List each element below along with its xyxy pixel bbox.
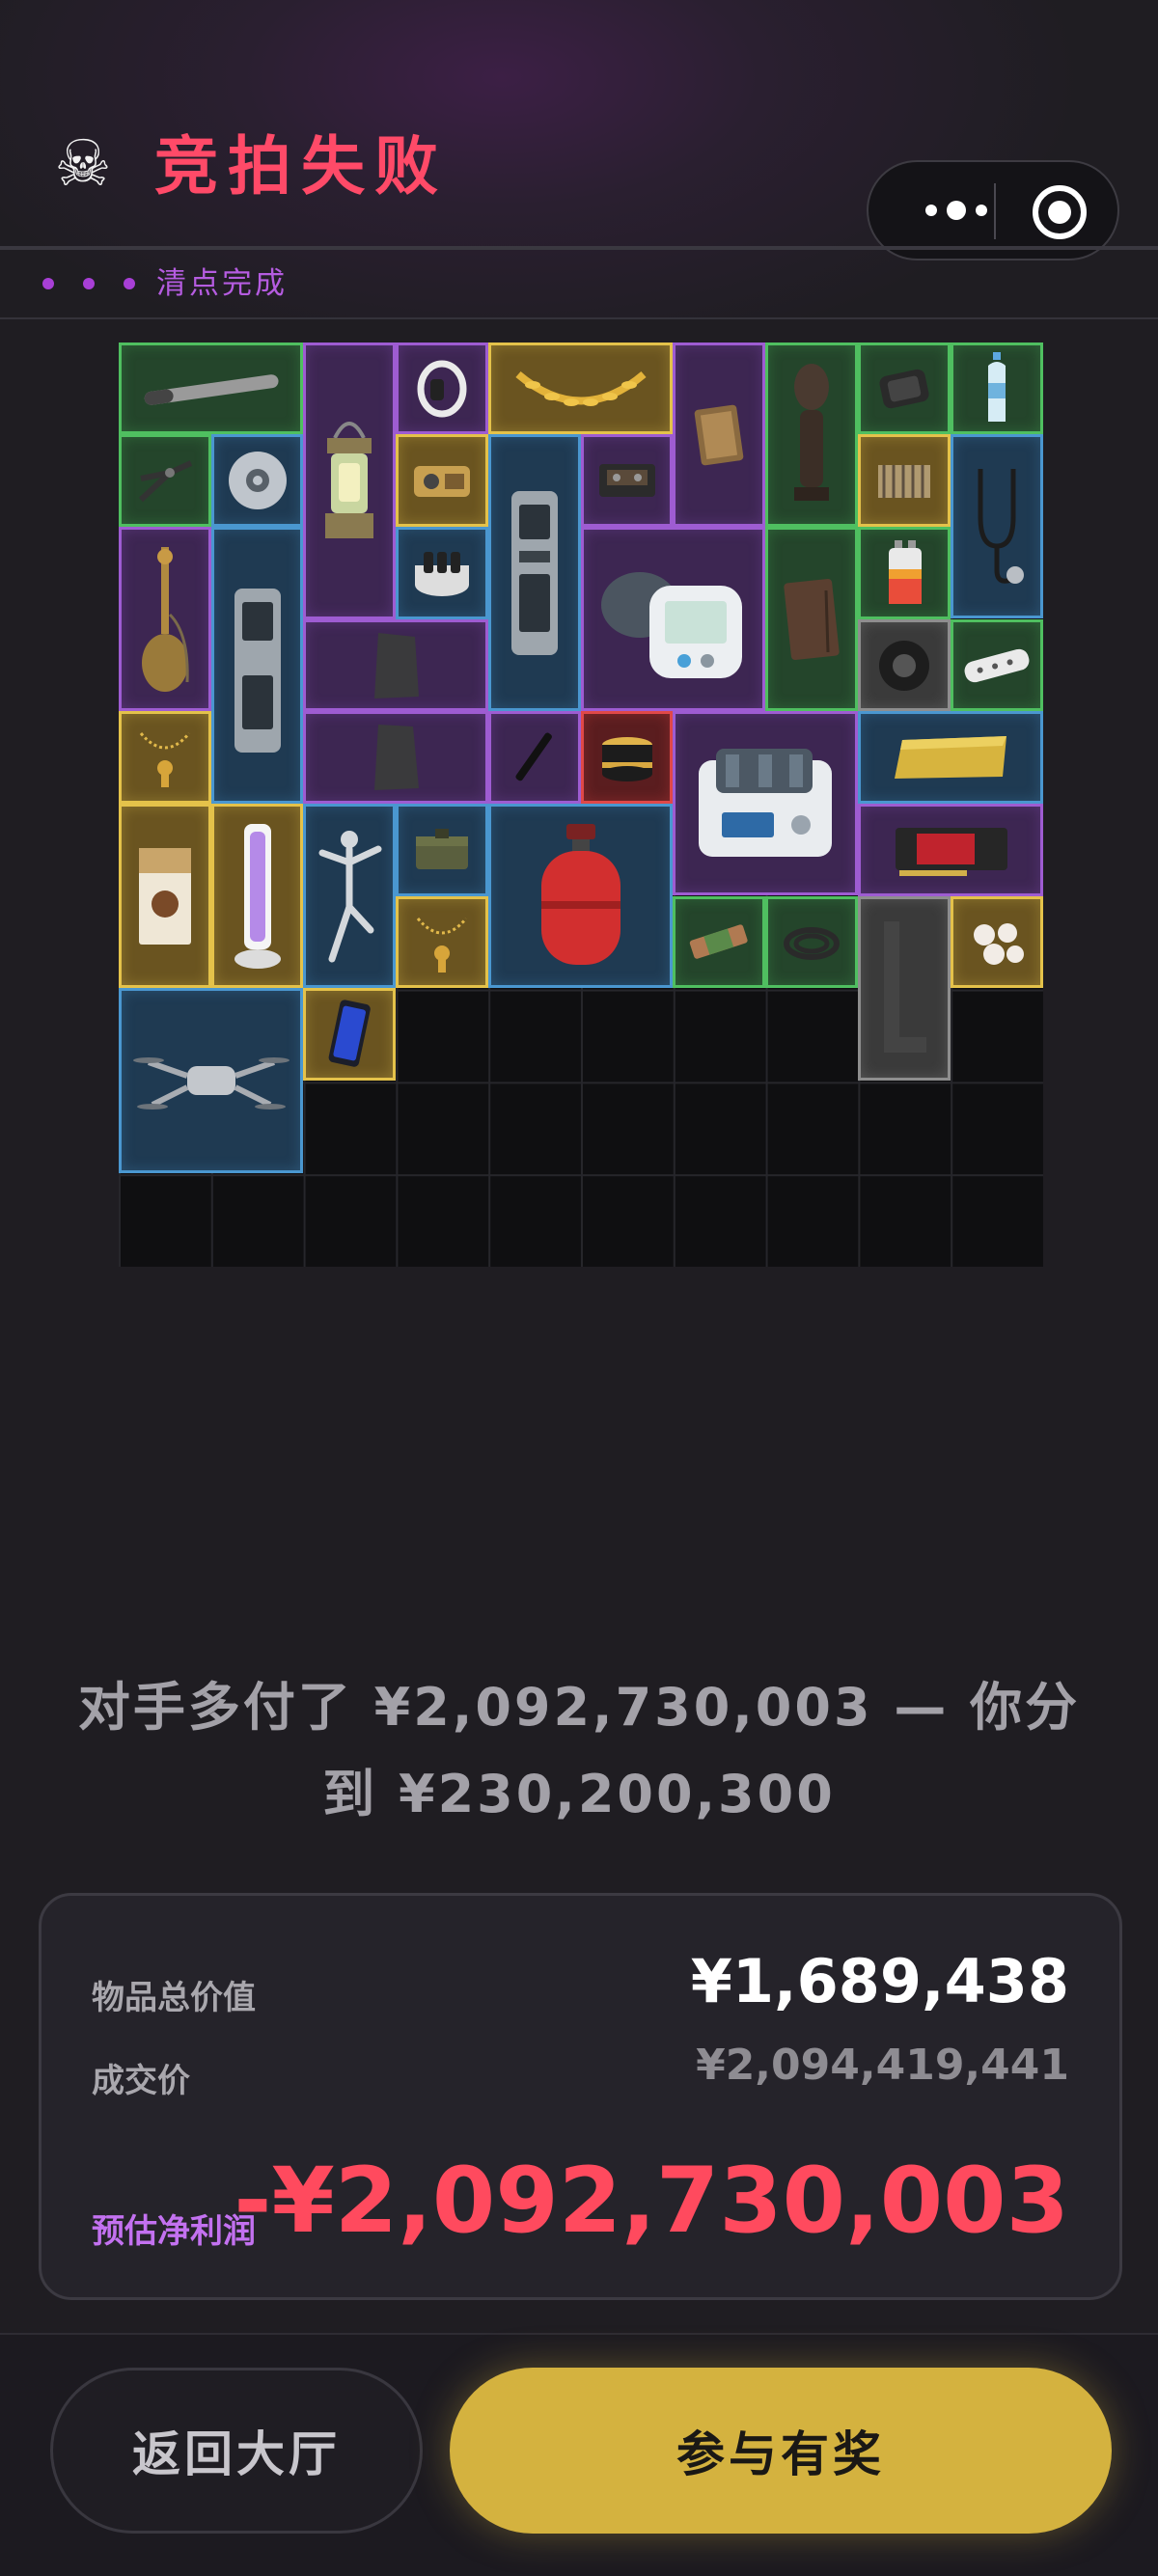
skull-icon: ☠ [54,126,112,201]
l-bracket-item[interactable] [858,896,951,1081]
loading-dots [42,278,135,289]
blood-pressure-monitor-item[interactable] [581,527,765,711]
profit-value: -¥2,092,730,003 [234,2149,1069,2254]
heatsink-item[interactable] [858,434,951,527]
dot-2 [83,278,95,289]
smart-band-item[interactable] [396,343,488,434]
deal-price-label: 成交价 [92,2062,190,2100]
hard-drive-item[interactable] [858,343,951,434]
uv-lamp-item[interactable] [211,804,303,988]
graphics-card-item[interactable] [858,804,1043,896]
total-value: ¥1,689,438 [690,1946,1069,2016]
tape-item[interactable] [858,619,951,711]
back-to-lobby-button[interactable]: 返回大厅 [50,2368,423,2534]
wooden-statue-item[interactable] [765,343,858,527]
status-text: 清点完成 [156,266,288,301]
target-circle-icon[interactable] [1033,185,1087,239]
pearls-item[interactable] [951,896,1043,988]
disc-item[interactable] [211,434,303,527]
smartphone-item[interactable] [303,988,396,1081]
deal-price: ¥2,094,419,441 [696,2041,1069,2090]
cable-item[interactable] [765,896,858,988]
hookah-item[interactable] [119,527,211,711]
lantern-item[interactable] [303,343,396,619]
status-divider [0,317,1158,319]
dot-1 [42,278,54,289]
old-book-item[interactable] [673,343,765,527]
pendant-item[interactable] [396,896,488,988]
total-value-label: 物品总价值 [92,1979,256,2017]
inventory-grid [119,343,1043,1267]
device-tall-item[interactable] [488,434,581,711]
stethoscope-item[interactable] [951,434,1043,618]
laurel-wreath-item[interactable] [488,343,673,434]
water-bottle-item[interactable] [951,343,1043,434]
drone-item[interactable] [119,988,303,1173]
pliers-item[interactable] [119,434,211,527]
participate-reward-button[interactable]: 参与有奖 [450,2368,1112,2534]
leather-notebook-item[interactable] [765,527,858,711]
snack-bar-item[interactable] [673,896,765,988]
electronic-device-item[interactable] [211,527,303,804]
profit-label: 预估净利润 [92,2212,256,2251]
pipe-item[interactable] [119,343,303,434]
page-title: 竞拍失败 [154,129,448,204]
capacitor-item[interactable] [396,527,488,619]
capsule-divider [994,183,996,239]
power-strip-item[interactable] [951,619,1043,711]
stone-slab-2-item[interactable] [303,711,488,804]
necklace-item[interactable] [119,711,211,804]
pen-item[interactable] [488,711,581,804]
summary-card: 物品总价值 ¥1,689,438 成交价 ¥2,094,419,441 预估净利… [39,1893,1122,2300]
result-message: 对手多付了 ¥2,092,730,003 — 你分到 ¥230,200,300 [77,1677,1081,1824]
stone-slab-item[interactable] [303,619,488,711]
cosmetic-jar-item[interactable] [581,711,673,804]
battery-item[interactable] [858,527,951,619]
dot-3 [124,278,135,289]
gold-bar-item[interactable] [858,711,1043,804]
ammo-box-item[interactable] [396,804,488,896]
gas-tank-item[interactable] [488,804,673,988]
cassette-item[interactable] [581,434,673,527]
gadget-item[interactable] [396,434,488,527]
lab-machine-item[interactable] [673,711,858,895]
coffee-box-item[interactable] [119,804,211,988]
dancer-statue-item[interactable] [303,804,396,988]
header-divider [0,246,1158,250]
